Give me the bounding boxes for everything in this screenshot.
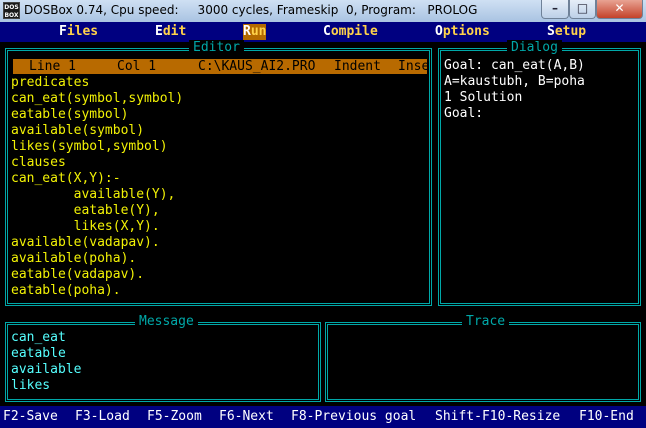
menu-setup[interactable]: Setup bbox=[547, 24, 586, 40]
message-title: Message bbox=[135, 314, 198, 330]
code-line[interactable]: likes(symbol,symbol) bbox=[11, 139, 168, 155]
code-line[interactable]: available(vadapav). bbox=[11, 235, 160, 251]
code-line[interactable]: available(poha). bbox=[11, 251, 136, 267]
status-col: Col 1 bbox=[117, 59, 157, 74]
menu-run[interactable]: Run bbox=[243, 24, 267, 40]
dialog-line: Goal: can_eat(A,B) bbox=[444, 58, 585, 73]
editor-status-bar: Line 1 Col 1 C:\KAUS_AI2.PRO Indent Inse bbox=[13, 59, 430, 74]
menu-options[interactable]: Options bbox=[435, 24, 490, 40]
dialog-line: 1 Solution bbox=[444, 90, 523, 105]
close-icon: ✕ bbox=[614, 1, 625, 15]
code-line[interactable]: can_eat(symbol,symbol) bbox=[11, 91, 183, 107]
code-line[interactable]: likes(X,Y). bbox=[11, 219, 160, 235]
code-line[interactable]: clauses bbox=[11, 155, 66, 171]
code-line[interactable]: available(symbol) bbox=[11, 123, 144, 139]
message-window: Message can_eat eatable available likes bbox=[5, 314, 321, 402]
maximize-icon: □ bbox=[576, 1, 589, 15]
message-line: can_eat bbox=[11, 330, 66, 345]
menu-files[interactable]: Files bbox=[59, 24, 98, 40]
code-line[interactable]: can_eat(X,Y):- bbox=[11, 171, 121, 187]
dialog-line[interactable]: Goal: bbox=[444, 106, 483, 122]
menu-bar: Files Edit Run Compile Options Setup bbox=[0, 22, 646, 42]
f6-next-key[interactable]: F6-Next bbox=[219, 409, 274, 425]
trace-window: Trace bbox=[325, 314, 641, 402]
status-insert: Inse bbox=[398, 59, 430, 74]
f2-save-key[interactable]: F2-Save bbox=[3, 409, 58, 425]
minimize-button[interactable]: – bbox=[541, 0, 569, 19]
window-title: DOSBox 0.74, Cpu speed: 3000 cycles, Fra… bbox=[24, 3, 478, 17]
code-line[interactable]: eatable(poha). bbox=[11, 283, 121, 299]
maximize-button[interactable]: □ bbox=[569, 0, 596, 19]
function-key-bar: F2-Save F3-Load F5-Zoom F6-Next F8-Previ… bbox=[0, 406, 646, 428]
message-line: likes bbox=[11, 378, 51, 393]
code-line[interactable]: eatable(vadapav). bbox=[11, 267, 144, 283]
menu-compile[interactable]: Compile bbox=[323, 24, 378, 40]
code-line[interactable]: available(Y), bbox=[11, 187, 176, 203]
code-line[interactable]: eatable(symbol) bbox=[11, 107, 128, 123]
status-line: Line 1 bbox=[29, 59, 76, 74]
trace-title: Trace bbox=[462, 314, 510, 330]
code-line[interactable]: predicates bbox=[11, 75, 89, 91]
status-indent: Indent bbox=[334, 59, 381, 74]
message-line: eatable bbox=[11, 346, 66, 361]
dialog-window[interactable]: Dialog Goal: can_eat(A,B) A=kaustubh, B=… bbox=[438, 40, 641, 306]
dialog-title: Dialog bbox=[507, 40, 562, 56]
status-file-path: C:\KAUS_AI2.PRO bbox=[198, 59, 316, 74]
f8-previous-goal-key[interactable]: F8-Previous goal bbox=[291, 409, 416, 425]
editor-title: Editor bbox=[189, 40, 244, 56]
f5-zoom-key[interactable]: F5-Zoom bbox=[147, 409, 202, 425]
dosbox-app-icon[interactable]: DOS BOX bbox=[3, 2, 20, 19]
editor-window[interactable]: Editor Line 1 Col 1 C:\KAUS_AI2.PRO Inde… bbox=[5, 40, 432, 306]
menu-edit[interactable]: Edit bbox=[155, 24, 186, 40]
f3-load-key[interactable]: F3-Load bbox=[75, 409, 130, 425]
window-title-bar: DOS BOX DOSBox 0.74, Cpu speed: 3000 cyc… bbox=[0, 0, 646, 23]
minimize-icon: – bbox=[552, 1, 558, 15]
shift-f10-resize-key[interactable]: Shift-F10-Resize bbox=[435, 409, 560, 425]
message-line: available bbox=[11, 362, 82, 377]
close-button[interactable]: ✕ bbox=[596, 0, 643, 19]
f10-end-key[interactable]: F10-End bbox=[579, 409, 634, 425]
code-line[interactable]: eatable(Y), bbox=[11, 203, 160, 219]
dialog-line: A=kaustubh, B=poha bbox=[444, 74, 585, 89]
